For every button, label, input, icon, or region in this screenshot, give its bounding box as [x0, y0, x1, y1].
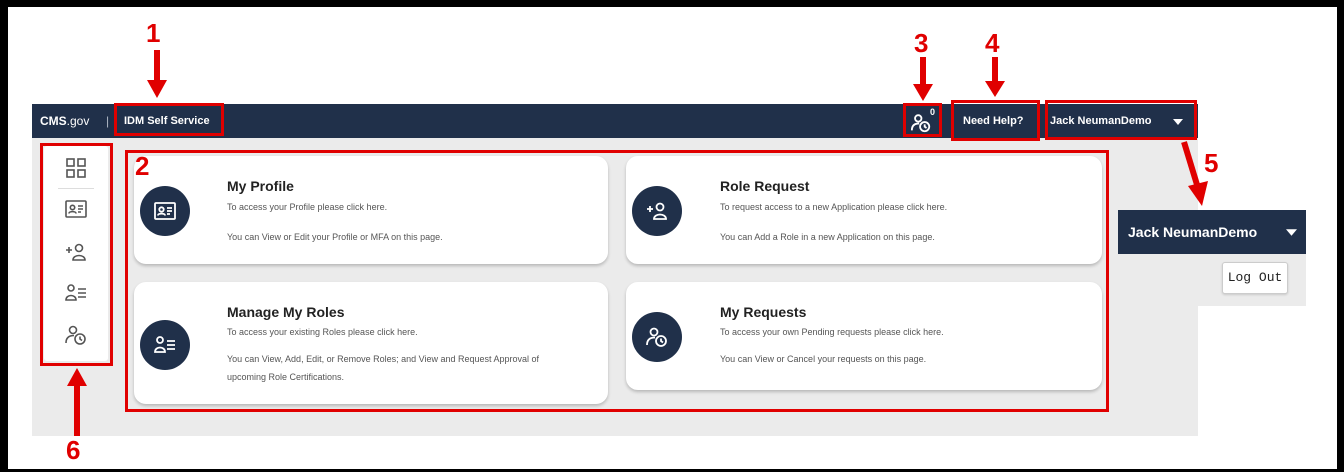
annotation-box-3: [903, 103, 942, 137]
cms-logo-text: CMS: [40, 114, 67, 128]
log-out-button[interactable]: Log Out: [1222, 262, 1288, 294]
chevron-down-icon: [1286, 229, 1297, 236]
brand-separator: |: [106, 114, 110, 128]
annotation-box-5: [1045, 100, 1197, 140]
annotation-box-4: [951, 100, 1040, 141]
dropdown-user-name: Jack NeumanDemo: [1128, 224, 1258, 240]
annotation-label-6: 6: [66, 435, 81, 465]
annotation-label-3: 3: [914, 28, 929, 58]
gov-logo-text: .gov: [66, 114, 90, 128]
annotation-box-6: [40, 143, 113, 366]
annotation-box-2: [125, 150, 1109, 412]
annotation-label-2: 2: [135, 151, 150, 181]
annotation-label-1: 1: [146, 18, 161, 48]
annotation-arrow-1: [147, 50, 167, 98]
annotation-arrow-3: [913, 57, 933, 101]
annotation-arrow-5: [1181, 141, 1208, 206]
annotation-label-4: 4: [985, 28, 1000, 58]
cms-logo[interactable]: CMS.gov: [40, 104, 89, 138]
user-dropdown-header[interactable]: Jack NeumanDemo: [1118, 210, 1306, 254]
annotation-arrow-6: [67, 368, 87, 436]
annotation-box-1: [114, 103, 224, 136]
annotation-arrow-4: [985, 57, 1005, 97]
